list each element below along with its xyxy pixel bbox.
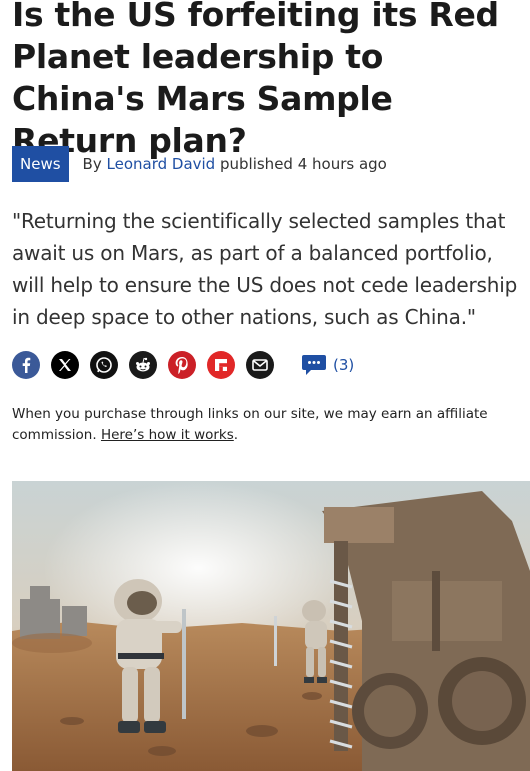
pinterest-share-button[interactable]	[168, 351, 196, 379]
facebook-share-button[interactable]	[12, 351, 40, 379]
email-share-button[interactable]	[246, 351, 274, 379]
comment-count: (3)	[333, 356, 355, 374]
x-icon	[59, 359, 71, 371]
article-strapline: "Returning the scientifically selected s…	[12, 209, 518, 329]
author-link[interactable]: Leonard David	[107, 155, 216, 173]
byline: By Leonard David published 4 hours ago	[83, 155, 387, 173]
x-share-button[interactable]	[51, 351, 79, 379]
byline-prefix: By	[82, 155, 102, 173]
affiliate-disclosure: When you purchase through links on our s…	[12, 404, 512, 446]
published-time: published 4 hours ago	[219, 155, 387, 173]
byline-row: News By Leonard David published 4 hours …	[12, 146, 387, 182]
affiliate-how-it-works-link[interactable]: Here’s how it works	[101, 427, 234, 443]
comment-icon	[302, 355, 326, 375]
affiliate-text: When you purchase through links on our s…	[12, 406, 488, 443]
email-icon	[252, 359, 268, 371]
affiliate-suffix: .	[233, 427, 239, 443]
hero-image[interactable]	[12, 481, 530, 771]
share-bar: (3)	[12, 350, 354, 380]
comments-link[interactable]: (3)	[301, 354, 354, 376]
article-headline: Is the US forfeiting its Red Planet lead…	[12, 0, 499, 160]
whatsapp-icon	[96, 357, 112, 373]
reddit-share-button[interactable]	[129, 351, 157, 379]
flipboard-share-button[interactable]	[207, 351, 235, 379]
mars-astronauts-drilling-illustration	[12, 481, 530, 771]
whatsapp-share-button[interactable]	[90, 351, 118, 379]
category-tag[interactable]: News	[12, 146, 69, 182]
facebook-icon	[22, 357, 31, 373]
reddit-icon	[136, 357, 150, 372]
flipboard-icon	[215, 359, 227, 371]
pinterest-icon	[175, 356, 188, 374]
